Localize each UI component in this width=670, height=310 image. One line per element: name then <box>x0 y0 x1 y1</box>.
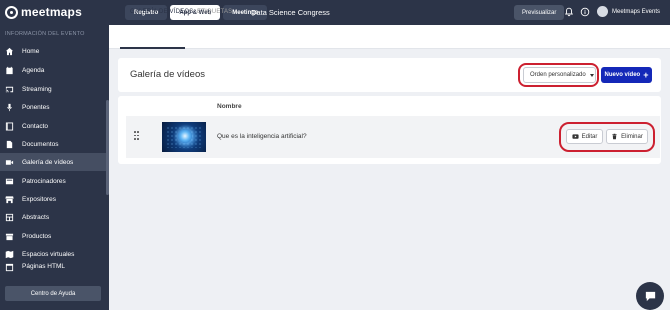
new-video-button[interactable]: Nuevo vídeo + <box>601 67 652 83</box>
sidebar-item-label: Abstracts <box>22 213 50 221</box>
active-tab-indicator <box>120 47 185 49</box>
sidebar-item-expositores[interactable]: Expositores <box>0 190 109 208</box>
microphone-icon <box>5 103 14 112</box>
meetmaps-logo[interactable]: meetmaps <box>5 5 82 19</box>
sidebar-item-label: Espacios virtuales <box>22 250 75 258</box>
preview-button[interactable]: Previsualizar <box>514 5 565 20</box>
help-center-button[interactable]: Centro de Ayuda <box>5 286 101 301</box>
sidebar-item-label: Productos <box>22 232 52 240</box>
chat-button[interactable] <box>636 282 664 310</box>
sidebar-item-streaming[interactable]: Streaming <box>0 80 109 98</box>
sidebar-item-label: Streaming <box>22 85 52 93</box>
sidebar-item-contacto[interactable]: Contacto <box>0 117 109 135</box>
column-header-name: Nombre <box>217 103 242 110</box>
sidebar-item-label: Expositores <box>22 195 56 203</box>
sidebar: INFORMACIÓN DEL EVENTO Home Agenda Strea… <box>0 25 109 310</box>
page-title: Galería de vídeos <box>130 69 205 80</box>
cast-icon <box>5 85 14 94</box>
bell-icon[interactable] <box>564 7 574 17</box>
sidebar-item-productos[interactable]: Productos <box>0 227 109 245</box>
sidebar-item-label: Ponentes <box>22 103 50 111</box>
sidebar-item-label: Páginas HTML <box>22 263 65 270</box>
sidebar-item-espacios-virtuales[interactable]: Espacios virtuales <box>0 245 109 263</box>
sidebar-item-ponentes[interactable]: Ponentes <box>0 98 109 116</box>
tab-etiquetas[interactable]: ETIQUETAS <box>197 9 232 15</box>
sponsor-icon <box>5 177 14 186</box>
sidebar-item-label: Home <box>22 47 40 55</box>
sidebar-item-patrocinadores[interactable]: Patrocinadores <box>0 172 109 190</box>
sidebar-item-galeria-videos[interactable]: Galería de vídeos <box>0 153 109 171</box>
chat-bubble-icon <box>645 291 655 301</box>
avatar <box>597 6 608 17</box>
drag-handle-icon[interactable] <box>134 131 139 140</box>
sidebar-section-title: INFORMACIÓN DEL EVENTO <box>5 31 85 37</box>
tab-galeria-videos[interactable]: GALERÍA DE VÍDEOS <box>130 9 193 15</box>
sidebar-item-label: Galería de vídeos <box>22 158 74 166</box>
user-name: Meetmaps Events <box>612 8 661 15</box>
calendar-icon <box>5 66 14 75</box>
video-thumbnail[interactable] <box>162 122 206 152</box>
highlight-ring-actions <box>559 122 655 152</box>
new-video-label: Nuevo vídeo <box>604 72 641 78</box>
sidebar-item-documentos[interactable]: Documentos <box>0 135 109 153</box>
store-icon <box>5 195 14 204</box>
map-icon <box>5 250 14 259</box>
content-tabs <box>109 25 670 49</box>
box-icon <box>5 232 14 241</box>
event-title[interactable]: Data Science Congress <box>251 8 330 17</box>
plus-icon: + <box>643 69 649 80</box>
video-name: Que es la inteligencia artificial? <box>217 133 307 140</box>
contact-icon <box>5 121 14 131</box>
sidebar-item-paginas-html[interactable]: Páginas HTML <box>0 263 109 275</box>
logo-mark-icon <box>5 5 18 19</box>
info-icon[interactable] <box>580 7 590 17</box>
sidebar-item-abstracts[interactable]: Abstracts <box>0 208 109 226</box>
home-icon <box>5 47 14 56</box>
html-icon <box>5 263 14 272</box>
document-icon <box>5 140 14 149</box>
highlight-ring-order <box>518 63 599 87</box>
sidebar-item-home[interactable]: Home <box>0 42 109 60</box>
sidebar-item-label: Patrocinadores <box>22 177 66 185</box>
sidebar-item-label: Documentos <box>22 140 59 148</box>
sidebar-item-agenda[interactable]: Agenda <box>0 61 109 79</box>
user-menu[interactable]: Meetmaps Events <box>597 6 660 17</box>
abstract-icon <box>5 213 14 222</box>
sidebar-scrollbar[interactable] <box>106 100 109 195</box>
sidebar-item-label: Agenda <box>22 66 45 74</box>
thumbnail-orb <box>178 129 192 143</box>
sidebar-item-label: Contacto <box>22 122 49 130</box>
logo-text: meetmaps <box>21 5 82 19</box>
video-icon <box>5 158 14 167</box>
top-bar: meetmaps Registro App & Web Meetings Dat… <box>0 0 670 25</box>
